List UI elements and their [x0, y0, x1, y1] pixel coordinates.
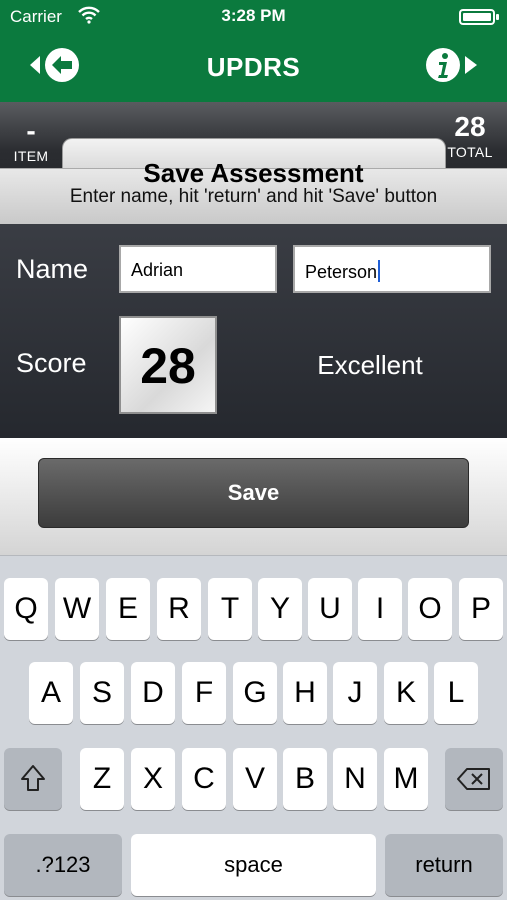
- panel-subtitle: Enter name, hit 'return' and hit 'Save' …: [69, 186, 438, 207]
- key-c[interactable]: C: [182, 748, 226, 810]
- navigation-bar: Carrier 3:28 PM UPDRS: [0, 0, 507, 102]
- battery-icon: [459, 9, 499, 25]
- numbers-key[interactable]: .?123: [4, 834, 122, 896]
- key-q[interactable]: Q: [4, 578, 48, 640]
- key-t[interactable]: T: [208, 578, 252, 640]
- save-button[interactable]: Save: [38, 458, 469, 528]
- key-f[interactable]: F: [182, 662, 226, 724]
- key-e[interactable]: E: [106, 578, 150, 640]
- key-n[interactable]: N: [333, 748, 377, 810]
- score-rating: Excellent: [317, 350, 423, 380]
- key-g[interactable]: G: [233, 662, 277, 724]
- name-label: Name: [16, 254, 89, 284]
- keyboard: Q W E R T Y U I O P A S D F G H J K L Z …: [0, 555, 507, 900]
- first-name-field[interactable]: Adrian: [119, 245, 277, 293]
- score-value: 28: [119, 316, 217, 414]
- key-z[interactable]: Z: [80, 748, 124, 810]
- key-h[interactable]: H: [283, 662, 327, 724]
- score-label: Score: [16, 348, 87, 378]
- save-area: Save: [0, 438, 507, 555]
- key-r[interactable]: R: [157, 578, 201, 640]
- return-key[interactable]: return: [385, 834, 503, 896]
- info-icon: [426, 48, 477, 82]
- key-y[interactable]: Y: [258, 578, 302, 640]
- last-name-field[interactable]: Peterson: [293, 245, 491, 293]
- text-caret: [378, 260, 381, 282]
- key-x[interactable]: X: [131, 748, 175, 810]
- key-p[interactable]: P: [459, 578, 503, 640]
- save-form: Name Adrian Peterson Score 28 Excellent: [0, 224, 507, 438]
- key-s[interactable]: S: [80, 662, 124, 724]
- space-key[interactable]: space: [131, 834, 376, 896]
- key-a[interactable]: A: [29, 662, 73, 724]
- key-l[interactable]: L: [434, 662, 478, 724]
- first-name-value: Adrian: [131, 260, 184, 280]
- panel-title: Save Assessment: [143, 158, 364, 188]
- key-i[interactable]: I: [358, 578, 402, 640]
- key-j[interactable]: J: [333, 662, 377, 724]
- status-time: 3:28 PM: [221, 6, 286, 25]
- key-v[interactable]: V: [233, 748, 277, 810]
- info-button[interactable]: [421, 44, 479, 86]
- key-u[interactable]: U: [308, 578, 352, 640]
- key-b[interactable]: B: [283, 748, 327, 810]
- last-name-value: Peterson: [305, 262, 378, 282]
- shift-key[interactable]: [4, 748, 62, 810]
- status-bar: Carrier 3:28 PM: [0, 0, 507, 34]
- shift-icon: [21, 765, 45, 791]
- key-m[interactable]: M: [384, 748, 428, 810]
- backspace-icon: [457, 768, 490, 790]
- key-d[interactable]: D: [131, 662, 175, 724]
- delete-key[interactable]: [445, 748, 503, 810]
- key-k[interactable]: K: [384, 662, 428, 724]
- key-o[interactable]: O: [408, 578, 452, 640]
- key-w[interactable]: W: [55, 578, 99, 640]
